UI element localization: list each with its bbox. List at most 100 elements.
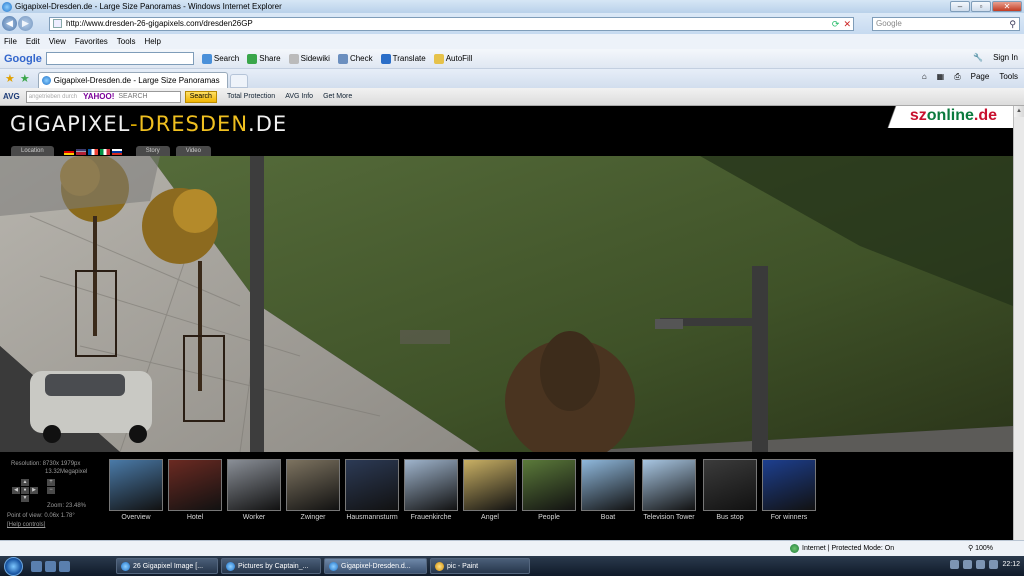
pan-center-button[interactable]: ● bbox=[21, 487, 29, 494]
thumbnail-hotel[interactable]: Hotel bbox=[167, 459, 223, 521]
search-input[interactable]: Google ⚲ bbox=[872, 16, 1020, 31]
flag-fr-icon[interactable] bbox=[87, 149, 98, 155]
vertical-scrollbar[interactable]: ▲ ▼ bbox=[1013, 106, 1024, 556]
pan-right-button[interactable]: ▶ bbox=[30, 487, 38, 494]
wrench-icon[interactable]: 🔧 bbox=[973, 53, 983, 62]
close-button[interactable]: ✕ bbox=[992, 1, 1022, 12]
thumbnail-image bbox=[522, 459, 576, 511]
thumbnail-frauenkirche[interactable]: Frauenkirche bbox=[403, 459, 459, 521]
favorites-star-icon[interactable]: ★ bbox=[5, 72, 15, 85]
task-pictures[interactable]: Pictures by Captain_... bbox=[221, 558, 321, 574]
google-search-input[interactable] bbox=[45, 52, 194, 65]
partner-sz: sz bbox=[909, 107, 927, 124]
flag-it-icon[interactable] bbox=[99, 149, 110, 155]
web-page: GIGAPIXEL-DRESDEN.DE szonline.de Locatio… bbox=[0, 106, 1013, 556]
thumbnail-people[interactable]: People bbox=[521, 459, 577, 521]
menu-help[interactable]: Help bbox=[144, 37, 160, 46]
security-zone[interactable]: Internet | Protected Mode: On bbox=[790, 544, 894, 553]
total-protection-link[interactable]: Total Protection bbox=[227, 93, 275, 100]
tab-video[interactable]: Video bbox=[175, 146, 211, 156]
share-button[interactable]: Share bbox=[247, 53, 281, 64]
thumbnail-hausmannsturm[interactable]: Hausmannsturm bbox=[344, 459, 400, 521]
partner-online: online bbox=[926, 107, 974, 124]
tools-menu[interactable]: Tools bbox=[999, 72, 1018, 82]
menu-file[interactable]: File bbox=[4, 37, 17, 46]
volume-icon[interactable] bbox=[989, 560, 999, 569]
partner-logo[interactable]: szonline.de bbox=[878, 106, 1013, 128]
page-menu[interactable]: Page bbox=[971, 72, 990, 82]
start-button[interactable] bbox=[4, 556, 23, 576]
get-more-link[interactable]: Get More bbox=[323, 93, 352, 100]
ie-quicklaunch-icon[interactable] bbox=[59, 560, 70, 572]
network-icon[interactable] bbox=[976, 560, 986, 569]
stop-icon[interactable]: ✕ bbox=[843, 19, 851, 30]
yahoo-search-button[interactable]: Search bbox=[184, 90, 217, 103]
thumbnail-zwinger[interactable]: Zwinger bbox=[285, 459, 341, 521]
thumbnail-image bbox=[227, 459, 281, 511]
thumbnail-label: Zwinger bbox=[300, 514, 326, 521]
home-icon[interactable]: ⌂ bbox=[922, 72, 927, 82]
menu-view[interactable]: View bbox=[49, 37, 66, 46]
maximize-button[interactable]: ▫ bbox=[971, 1, 991, 12]
thumbnail-label: Television Tower bbox=[643, 514, 695, 521]
thumbnail-bus-stop[interactable]: Bus stop bbox=[702, 459, 758, 521]
zoom-in-button[interactable]: + bbox=[47, 479, 55, 486]
zoom-out-button[interactable]: − bbox=[47, 487, 55, 494]
tab-location[interactable]: Location bbox=[11, 146, 54, 156]
clock[interactable]: 22:12 bbox=[1002, 561, 1020, 568]
back-button[interactable]: ◀ bbox=[2, 16, 17, 31]
yahoo-search-input[interactable]: angetrieben durch YAHOO! SEARCH bbox=[25, 90, 181, 103]
menu-favorites[interactable]: Favorites bbox=[75, 37, 108, 46]
tray-icon[interactable] bbox=[950, 560, 960, 569]
zoom-level[interactable]: ⚲ 100% bbox=[968, 544, 993, 552]
feeds-icon[interactable]: ▦ bbox=[937, 72, 945, 82]
sign-in-link[interactable]: Sign In bbox=[993, 53, 1018, 62]
tab-story[interactable]: Story bbox=[135, 146, 170, 156]
thumbnail-image bbox=[703, 459, 757, 511]
zoom-level-text: 100% bbox=[975, 545, 993, 552]
flag-ru-icon[interactable] bbox=[111, 149, 122, 155]
scroll-up-icon[interactable]: ▲ bbox=[1014, 106, 1024, 117]
logo-dash: - bbox=[129, 112, 139, 136]
new-tab-button[interactable] bbox=[229, 73, 248, 88]
search-icon[interactable]: ⚲ bbox=[1009, 18, 1016, 30]
panorama-viewer[interactable] bbox=[0, 156, 1013, 452]
thumbnail-for-winners[interactable]: For winners bbox=[761, 459, 817, 521]
flag-us-icon[interactable] bbox=[75, 149, 86, 155]
menu-tools[interactable]: Tools bbox=[117, 37, 136, 46]
thumbnail-label: Hotel bbox=[186, 514, 204, 521]
switch-windows-icon[interactable] bbox=[45, 560, 56, 572]
menu-edit[interactable]: Edit bbox=[26, 37, 40, 46]
task-paint[interactable]: pic - Paint bbox=[430, 558, 530, 574]
sidewiki-button[interactable]: Sidewiki bbox=[288, 53, 330, 64]
translate-button[interactable]: Translate bbox=[380, 53, 426, 64]
avg-logo[interactable]: AVG bbox=[3, 92, 20, 101]
minimize-button[interactable]: – bbox=[950, 1, 970, 12]
thumbnail-boat[interactable]: Boat bbox=[580, 459, 636, 521]
add-favorites-icon[interactable]: ★ bbox=[20, 72, 30, 85]
pan-up-button[interactable]: ▲ bbox=[21, 479, 29, 486]
url-field[interactable]: http://www.dresden-26-gigapixels.com/dre… bbox=[49, 16, 854, 31]
autofill-button[interactable]: AutoFill bbox=[433, 53, 472, 64]
thumbnail-television-tower[interactable]: Television Tower bbox=[639, 459, 699, 521]
forward-button[interactable]: ▶ bbox=[18, 16, 33, 31]
check-button[interactable]: Check bbox=[337, 53, 373, 64]
avg-info-link[interactable]: AVG Info bbox=[285, 93, 313, 100]
pan-down-button[interactable]: ▼ bbox=[21, 495, 29, 502]
google-search-button[interactable]: Search bbox=[201, 53, 239, 64]
tab-active[interactable]: Gigapixel-Dresden.de - Large Size Panora… bbox=[37, 72, 228, 88]
thumbnail-worker[interactable]: Worker bbox=[226, 459, 282, 521]
thumbnail-angel[interactable]: Angel bbox=[462, 459, 518, 521]
refresh-icon[interactable]: ⟳ bbox=[832, 19, 840, 30]
tray-icon[interactable] bbox=[963, 560, 973, 569]
print-icon[interactable]: ⎙ bbox=[954, 72, 960, 82]
help-controls-link[interactable]: [Help controls] bbox=[7, 521, 45, 529]
site-logo[interactable]: GIGAPIXEL-DRESDEN.DE bbox=[10, 112, 287, 136]
task-gigapixel-dresden[interactable]: Gigapixel-Dresden.d... bbox=[324, 558, 427, 574]
page-icon bbox=[53, 19, 62, 28]
pan-left-button[interactable]: ◀ bbox=[12, 487, 20, 494]
flag-de-icon[interactable] bbox=[63, 149, 74, 155]
task-gigapixel-image[interactable]: 26 Gigapixel Image [... bbox=[116, 558, 218, 574]
thumbnail-overview[interactable]: Overview bbox=[108, 459, 164, 521]
show-desktop-icon[interactable] bbox=[31, 560, 42, 572]
